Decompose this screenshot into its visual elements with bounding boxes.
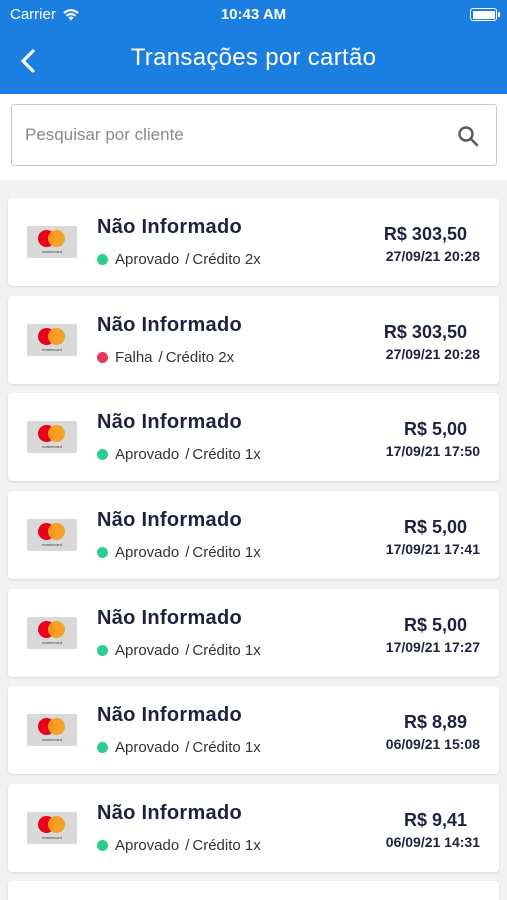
status-label: Aprovado [115, 739, 180, 756]
status-label: Aprovado [115, 642, 180, 659]
transaction-amount: R$ 5,00 [403, 517, 467, 537]
mastercard-icon: mastercard [27, 617, 77, 649]
status-label: Aprovado [115, 837, 180, 854]
transaction-status-line: Aprovado / Crédito 1x [97, 642, 261, 659]
status-bar: Carrier 10:43 AM [0, 0, 507, 28]
separator: / [185, 837, 190, 854]
transaction-datetime: 17/09/21 17:50 [385, 443, 480, 459]
separator: / [185, 544, 190, 561]
search-bar [0, 94, 507, 180]
transaction-amount: R$ 5,00 [403, 419, 467, 439]
separator: / [185, 739, 190, 756]
status-dot-icon [97, 352, 108, 363]
mastercard-icon: mastercard [27, 421, 77, 453]
status-dot-icon [97, 645, 108, 656]
card-brand-text: mastercard [41, 640, 62, 645]
customer-name: Não Informado [97, 607, 243, 629]
search-field[interactable] [11, 104, 497, 166]
card-brand-text: mastercard [41, 835, 62, 840]
battery-icon [470, 8, 500, 21]
app-header: Carrier 10:43 AM Transações por cartão [0, 0, 507, 94]
payment-type: Crédito 1x [192, 739, 261, 756]
transaction-card[interactable]: mastercard Não Informado Aprovado / Crédito … [8, 784, 499, 872]
transaction-datetime: 06/09/21 15:08 [385, 736, 480, 752]
transaction-datetime: 17/09/21 17:41 [385, 541, 480, 557]
mastercard-orange-circle [48, 816, 65, 833]
payment-type: Crédito 1x [192, 544, 261, 561]
card-brand-text: mastercard [41, 249, 62, 254]
payment-type: Crédito 1x [192, 837, 261, 854]
mastercard-orange-circle [48, 425, 65, 442]
customer-name: Não Informado [97, 314, 243, 336]
mastercard-orange-circle [48, 230, 65, 247]
mastercard-icon: mastercard [27, 226, 77, 258]
status-label: Falha [115, 349, 153, 366]
transaction-card[interactable]: mastercard Não Informado Aprovado / Crédito … [8, 686, 499, 774]
customer-name: Não Informado [97, 216, 243, 238]
transaction-status-line: Falha / Crédito 2x [97, 349, 234, 366]
card-brand-text: mastercard [41, 737, 62, 742]
payment-type: Crédito 2x [192, 251, 261, 268]
transaction-amount: R$ 8,89 [403, 712, 467, 732]
transaction-amount: R$ 5,00 [403, 615, 467, 635]
status-dot-icon [97, 547, 108, 558]
mastercard-orange-circle [48, 328, 65, 345]
separator: / [185, 446, 190, 463]
mastercard-orange-circle [48, 523, 65, 540]
transaction-amount: R$ 303,50 [383, 322, 467, 342]
card-brand-text: mastercard [41, 542, 62, 547]
status-label: Aprovado [115, 251, 180, 268]
transaction-card[interactable]: mastercard Não Informado Aprovado / Crédito … [8, 491, 499, 579]
transaction-datetime: 17/09/21 17:27 [385, 639, 480, 655]
transaction-status-line: Aprovado / Crédito 1x [97, 446, 261, 463]
transaction-status-line: Aprovado / Crédito 1x [97, 544, 261, 561]
transaction-amount: R$ 9,41 [403, 810, 467, 830]
card-brand-text: mastercard [41, 347, 62, 352]
card-brand-text: mastercard [41, 444, 62, 449]
transaction-status-line: Aprovado / Crédito 2x [97, 251, 261, 268]
mastercard-orange-circle [48, 621, 65, 638]
status-time: 10:43 AM [220, 6, 287, 23]
transaction-amount: R$ 303,50 [383, 224, 467, 244]
status-label: Aprovado [115, 544, 180, 561]
search-input[interactable] [25, 105, 445, 165]
transaction-datetime: 06/09/21 14:31 [385, 834, 480, 850]
separator: / [158, 349, 163, 366]
customer-name: Não Informado [97, 802, 243, 824]
customer-name: Não Informado [97, 411, 243, 433]
status-dot-icon [97, 254, 108, 265]
payment-type: Crédito 2x [165, 349, 235, 366]
transaction-card[interactable]: mastercard Não Informado Aprovado / Crédito … [8, 198, 499, 286]
mastercard-icon: mastercard [27, 812, 77, 844]
transaction-card[interactable]: mastercard Não Informado Falha / Crédito 2x R… [8, 296, 499, 384]
transaction-card[interactable]: mastercard Não Informado Aprovado / Crédito … [8, 589, 499, 677]
payment-type: Crédito 1x [192, 642, 261, 659]
transaction-status-line: Aprovado / Crédito 1x [97, 739, 261, 756]
transaction-card[interactable]: mastercard Não Informado Aprovado / Crédito … [8, 393, 499, 481]
status-dot-icon [97, 840, 108, 851]
status-dot-icon [97, 742, 108, 753]
search-icon[interactable] [456, 124, 480, 148]
transaction-datetime: 27/09/21 20:28 [385, 346, 480, 362]
payment-type: Crédito 1x [192, 446, 261, 463]
mastercard-icon: mastercard [27, 714, 77, 746]
mastercard-icon: mastercard [27, 519, 77, 551]
status-label: Aprovado [115, 446, 180, 463]
separator: / [185, 642, 190, 659]
customer-name: Não Informado [97, 509, 243, 531]
mastercard-icon: mastercard [27, 324, 77, 356]
transaction-status-line: Aprovado / Crédito 1x [97, 837, 261, 854]
transaction-datetime: 27/09/21 20:28 [385, 248, 480, 264]
customer-name: Não Informado [97, 704, 243, 726]
separator: / [185, 251, 190, 268]
transaction-card-partial[interactable] [8, 881, 499, 900]
mastercard-orange-circle [48, 718, 65, 735]
status-dot-icon [97, 449, 108, 460]
page-title: Transações por cartão [130, 44, 377, 71]
